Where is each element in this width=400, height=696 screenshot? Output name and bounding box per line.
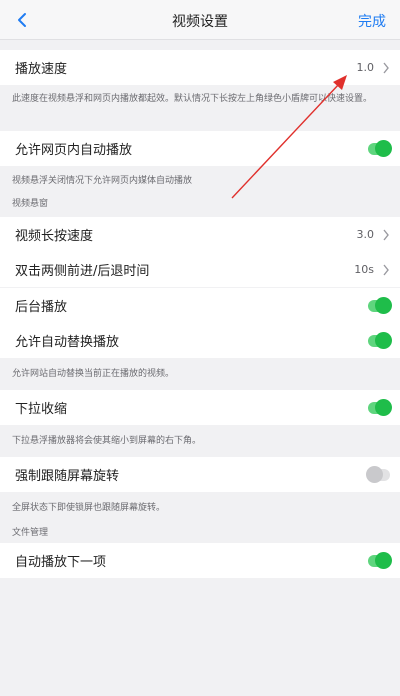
toggle-knob [375,296,392,314]
auto-replace-play-label: 允许自动替换播放 [15,335,120,350]
autoplay-note: 视频悬浮关闭情况下允许网页内媒体自动播放 [12,176,193,186]
autoplay-next-label: 自动播放下一项 [15,555,107,570]
double-tap-seek-value: 10s [354,263,374,276]
shrink-note: 下拉悬浮播放器将会使其缩小到屏幕的右下角。 [12,436,202,446]
chevron-right-icon [383,229,389,241]
force-rotate-toggle[interactable] [366,465,390,483]
speed-note: 此速度在视频悬浮和网页内播放都起效。默认情况下长按左上角绿色小盾牌可以快速设置。 [12,94,373,104]
auto-replace-play-row: 允许自动替换播放 [0,323,400,358]
auto-replace-play-toggle[interactable] [368,331,392,349]
background-play-row: 后台播放 [0,288,400,323]
long-press-speed-label: 视频长按速度 [15,229,94,244]
toggle-knob [375,398,392,416]
section-header-floating: 视频悬窗 [12,199,49,209]
autoplay-next-toggle[interactable] [368,551,392,569]
toggle-knob [375,139,392,157]
webpage-autoplay-toggle[interactable] [368,139,392,157]
chevron-right-icon [383,62,389,74]
toggle-knob [375,331,392,349]
rotate-note: 全屏状态下即使锁屏也跟随屏幕旋转。 [12,503,166,513]
chevron-right-icon [383,264,389,276]
toggle-knob [375,551,392,569]
playback-speed-value: 1.0 [356,61,375,74]
autoplay-next-row: 自动播放下一项 [0,543,400,578]
force-rotate-label: 强制跟随屏幕旋转 [15,469,120,484]
double-tap-seek-row[interactable]: 双击两侧前进/后退时间 10s [0,252,400,287]
long-press-speed-value: 3.0 [356,228,375,241]
pull-down-shrink-label: 下拉收缩 [15,402,68,417]
long-press-speed-row[interactable]: 视频长按速度 3.0 [0,217,400,252]
force-rotate-row: 强制跟随屏幕旋转 [0,457,400,492]
done-button[interactable]: 完成 [358,11,386,31]
background-play-toggle[interactable] [368,296,392,314]
navigation-bar: 视频设置 完成 [0,0,400,40]
page-title: 视频设置 [172,14,228,30]
webpage-autoplay-row: 允许网页内自动播放 [0,131,400,166]
playback-speed-row[interactable]: 播放速度 1.0 [0,50,400,85]
replace-note: 允许网站自动替换当前正在播放的视频。 [12,369,175,379]
playback-speed-label: 播放速度 [15,62,68,77]
section-header-file: 文件管理 [12,528,49,538]
pull-down-shrink-toggle[interactable] [368,398,392,416]
pull-down-shrink-row: 下拉收缩 [0,390,400,425]
double-tap-seek-label: 双击两侧前进/后退时间 [15,264,150,279]
toggle-knob [366,465,383,483]
webpage-autoplay-label: 允许网页内自动播放 [15,143,133,158]
background-play-label: 后台播放 [15,300,68,315]
